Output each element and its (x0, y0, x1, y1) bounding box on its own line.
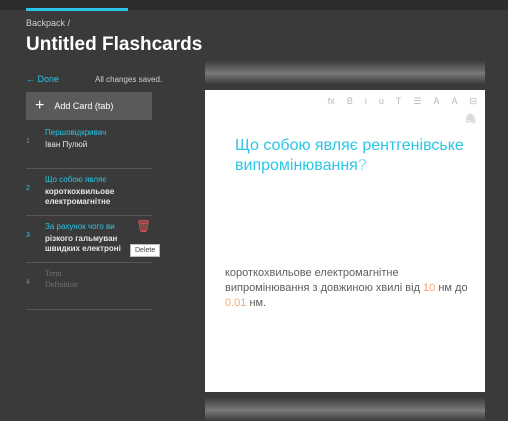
done-link[interactable]: ← Done (26, 74, 59, 84)
question-mark: ? (357, 157, 367, 174)
card-list: 1 Першовідкривач Іван Пулюй 2 Що собою я… (26, 122, 152, 310)
card-definition-placeholder: Definition (45, 280, 78, 289)
save-status: All changes saved. (95, 75, 163, 84)
answer-value-1: 10 (423, 282, 436, 294)
italic-button[interactable]: i (365, 96, 367, 107)
card-term: За рахунок чого ви (45, 222, 115, 231)
active-tab-indicator (26, 8, 128, 11)
answer-value-2: 0.01 (225, 297, 247, 309)
answer-middle: нм до (435, 282, 468, 294)
card-term-placeholder: Term (45, 269, 62, 278)
card-definition: Іван Пулюй (45, 140, 88, 149)
add-card-label: Add Card (tab) (54, 101, 114, 111)
answer-text[interactable]: короткохвильове електромагнітне випромін… (225, 266, 475, 311)
card-term: Що собою являє (45, 175, 107, 184)
page-title: Untitled Flashcards (26, 34, 203, 55)
plus-icon: + (35, 97, 45, 114)
card-term: Першовідкривач (45, 128, 107, 137)
card-number: 4 (26, 279, 30, 286)
card-number: 3 (26, 232, 30, 239)
list-button[interactable]: ☰ (413, 96, 421, 107)
card-definition: короткохвильове електромагнітне (45, 187, 115, 206)
bold-button[interactable]: B (347, 96, 353, 107)
add-card-button[interactable]: + Add Card (tab) (26, 92, 152, 120)
question-body: Що собою являє рентгенівське випромінюва… (235, 137, 464, 174)
answer-suffix: нм. (246, 297, 267, 309)
card-item-1[interactable]: 1 Першовідкривач Іван Пулюй (26, 122, 152, 169)
card-divider-top (205, 60, 485, 84)
underline-button[interactable]: u (379, 96, 384, 107)
card-divider-bottom (205, 397, 485, 421)
trash-icon[interactable]: 🗑 (136, 219, 151, 233)
top-bar (0, 0, 508, 11)
card-number: 1 (26, 138, 30, 145)
format-toolbar: fx B i u T ☰ A A ⊟ 🖇 (328, 96, 477, 125)
card-item-4[interactable]: 4 Term Definition (26, 263, 152, 310)
subscript-button[interactable]: A (451, 96, 457, 107)
card-item-2[interactable]: 2 Що собою являє короткохвильове електро… (26, 169, 152, 216)
formula-button[interactable]: fx (328, 96, 335, 107)
answer-prefix: короткохвильове електромагнітне випромін… (225, 267, 424, 294)
text-color-button[interactable]: T (396, 96, 402, 107)
card-number: 2 (26, 185, 30, 192)
paperclip-icon[interactable]: 🖇 (464, 114, 477, 125)
breadcrumb[interactable]: Backpack / (26, 18, 70, 28)
question-text[interactable]: Що собою являє рентгенівське випромінюва… (235, 136, 465, 176)
card-editor[interactable]: fx B i u T ☰ A A ⊟ 🖇 Що собою являє рент… (205, 90, 485, 392)
delete-tooltip: Delete (130, 244, 161, 257)
superscript-button[interactable]: A (433, 96, 439, 107)
card-definition: різкого гальмуван швидких електроні (45, 234, 121, 253)
image-button[interactable]: ⊟ (469, 96, 477, 107)
